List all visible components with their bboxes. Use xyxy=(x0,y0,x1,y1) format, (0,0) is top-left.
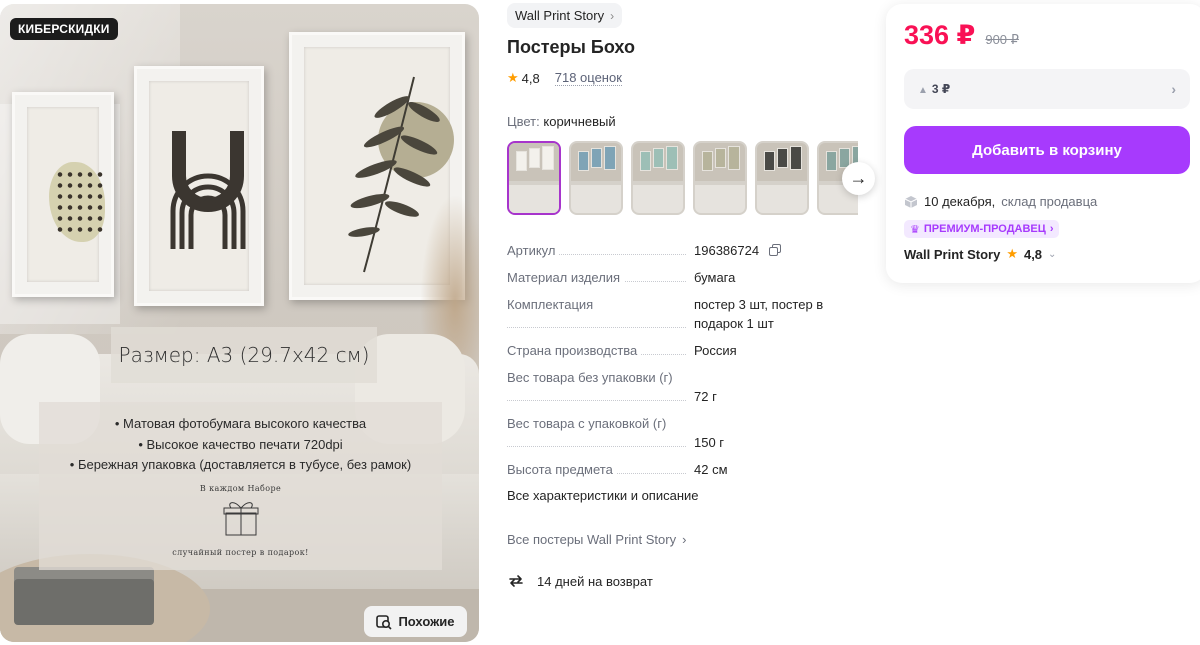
spec-value: Россия xyxy=(694,343,737,358)
color-thumbnails xyxy=(507,141,858,215)
color-label: Цвет: xyxy=(507,114,540,129)
brand-link[interactable]: Wall Print Story › xyxy=(507,3,623,28)
current-price: 336 ₽ xyxy=(904,20,976,50)
crown-icon: ♛ xyxy=(910,223,920,236)
seller-name: Wall Print Story xyxy=(904,246,1001,262)
thumbnail[interactable] xyxy=(507,141,561,215)
spec-key: Комплектация xyxy=(507,297,598,312)
spec-value: бумага xyxy=(694,270,736,285)
return-label: 14 дней на возврат xyxy=(537,573,653,589)
reviews-link[interactable]: 718 оценок xyxy=(554,70,622,86)
spec-value: 72 г xyxy=(694,389,717,404)
box-icon xyxy=(904,195,918,208)
rating-value: 4,8 xyxy=(521,70,540,86)
books xyxy=(14,579,154,625)
star-icon: ★ xyxy=(507,70,519,85)
brand-name: Wall Print Story xyxy=(515,8,605,23)
spec-row: Страна производства Россия xyxy=(507,341,852,360)
product-title: Постеры Бохо xyxy=(507,37,635,57)
spec-row: Артикул 196386724 xyxy=(507,241,852,260)
chevron-down-icon: ⌄ xyxy=(1048,248,1057,260)
all-posters-label: Все постеры Wall Print Story xyxy=(507,532,677,547)
installment-button[interactable]: ▲ 3 ₽ › xyxy=(904,69,1190,109)
spec-row: Высота предмета 42 см xyxy=(507,460,852,479)
spec-key: Вес товара без упаковки (г) xyxy=(507,370,677,385)
chevron-right-icon: › xyxy=(682,532,687,547)
feature-line: • Матовая фотобумага высокого качества xyxy=(114,416,367,431)
similar-label: Похожие xyxy=(398,614,455,629)
thumbnails-next-button[interactable]: → xyxy=(842,162,875,195)
spec-value: 150 г xyxy=(694,435,725,450)
spec-value: 42 см xyxy=(694,462,728,477)
triangle-up-icon: ▲ xyxy=(918,85,928,96)
seller-link[interactable]: Wall Print Story ★ 4,8 ⌄ xyxy=(904,246,1056,262)
all-specs-link[interactable]: Все характеристики и описание xyxy=(507,488,699,503)
product-rating: ★ 4,8 718 оценок xyxy=(507,70,622,86)
seller-rating: 4,8 xyxy=(1023,246,1043,262)
spec-key: Страна производства xyxy=(507,343,642,358)
return-policy[interactable]: 14 дней на возврат xyxy=(507,572,653,590)
thumbnail[interactable] xyxy=(693,141,747,215)
poster-frame-1 xyxy=(12,92,114,297)
gift-top-text: В каждом Наборе xyxy=(199,483,282,493)
spec-key: Артикул xyxy=(507,243,560,258)
feature-line: • Бережная упаковка (доставляется в тубу… xyxy=(69,457,412,472)
color-value: коричневый xyxy=(543,114,616,129)
premium-label: ПРЕМИУМ-ПРОДАВЕЦ xyxy=(923,223,1046,235)
thumbnail[interactable] xyxy=(631,141,685,215)
chevron-right-icon: › xyxy=(610,8,615,23)
return-icon xyxy=(509,575,523,587)
spec-row: Комплектация постер 3 шт, постер в подар… xyxy=(507,295,852,333)
size-caption: Размер: А3 (29.7х42 см) xyxy=(111,327,377,383)
spec-row: Вес товара с упаковкой (г) 150 г xyxy=(507,414,852,452)
promo-badge: КИБЕРСКИДКИ xyxy=(10,18,118,40)
installment-amount: 3 ₽ xyxy=(931,82,951,96)
thumbnail[interactable] xyxy=(755,141,809,215)
spec-value: постер 3 шт, постер в подарок 1 шт xyxy=(694,297,824,331)
similar-search-icon xyxy=(376,614,393,630)
spec-key: Вес товара с упаковкой (г) xyxy=(507,416,671,431)
delivery-date: 10 декабря, xyxy=(924,194,996,209)
spec-key: Высота предмета xyxy=(507,462,617,477)
arches-art xyxy=(170,131,246,249)
add-to-cart-button[interactable]: Добавить в корзину xyxy=(904,126,1190,174)
old-price: 900 ₽ xyxy=(985,32,1019,47)
spec-row: Вес товара без упаковки (г) 72 г xyxy=(507,368,852,406)
warehouse-label: склад продавца xyxy=(1001,194,1098,209)
spec-value: 196386724 xyxy=(694,243,760,258)
color-selection: Цвет: коричневый xyxy=(507,114,616,129)
spec-row: Материал изделия бумага xyxy=(507,268,852,287)
star-icon: ★ xyxy=(1006,246,1018,261)
delivery-info: 10 декабря, склад продавца xyxy=(904,194,1097,209)
feature-line: • Высокое качество печати 720dpi xyxy=(138,436,343,452)
gift-bottom-text: случайный постер в подарок! xyxy=(172,547,309,557)
size-text: Размер: А3 (29.7х42 см) xyxy=(118,343,370,367)
all-posters-link[interactable]: Все постеры Wall Print Story › xyxy=(507,532,686,547)
spec-key: Материал изделия xyxy=(507,270,625,285)
copy-icon[interactable] xyxy=(768,244,781,256)
premium-seller-badge[interactable]: ♛ ПРЕМИУМ-ПРОДАВЕЦ › xyxy=(904,220,1060,238)
chevron-right-icon: › xyxy=(1049,223,1054,235)
thumbnail[interactable] xyxy=(569,141,623,215)
price-block: 336 ₽ 900 ₽ xyxy=(904,20,1019,51)
chevron-right-icon: › xyxy=(1171,81,1176,97)
arrow-right-icon: → xyxy=(849,168,868,188)
similar-button[interactable]: Похожие xyxy=(364,606,467,637)
product-gallery[interactable]: КИБЕРСКИДКИ Размер: А3 (29.7х42 см) • Ма… xyxy=(0,4,479,642)
gift-icon xyxy=(223,501,258,535)
features-box: • Матовая фотобумага высокого качества •… xyxy=(39,402,442,570)
specs-list: Артикул 196386724 Материал изделия бумаг… xyxy=(507,241,852,487)
poster-frame-2 xyxy=(134,66,264,306)
